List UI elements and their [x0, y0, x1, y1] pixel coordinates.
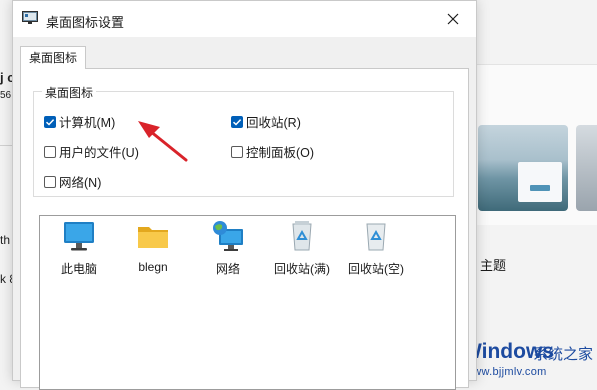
- checkbox-recycle-bin[interactable]: 回收站(R): [231, 112, 301, 131]
- icon-label: 网络: [215, 262, 240, 276]
- recycle-bin-empty-icon: [366, 223, 386, 251]
- icon-item-network[interactable]: 网络: [193, 220, 263, 277]
- icon-label: 此电脑: [60, 262, 97, 276]
- groupbox-label: 桌面图标: [42, 84, 97, 101]
- background-text-fragment: j c: [0, 70, 12, 85]
- checkbox-label: 用户的文件(U): [59, 146, 139, 160]
- theme-label[interactable]: 主题: [480, 255, 506, 274]
- checkbox-user-files[interactable]: 用户的文件(U): [44, 142, 139, 161]
- icon-item-user-folder[interactable]: blegn: [118, 220, 188, 274]
- background-divider: [0, 145, 12, 146]
- checkbox-computer[interactable]: 计算机(M): [44, 112, 115, 131]
- monitor-icon: [64, 222, 94, 251]
- title-bar[interactable]: 桌面图标设置: [13, 1, 476, 37]
- tab-desktop-icons[interactable]: 桌面图标: [20, 46, 87, 69]
- desktop-icon-settings-dialog: 桌面图标设置 桌面图标 桌面图标 计算机(M) 回收站(R) 用户的文件(U) …: [12, 0, 477, 390]
- checkbox-control-panel[interactable]: 控制面板(O): [231, 142, 314, 161]
- background-text-fragment: k 8: [0, 272, 12, 286]
- dialog-title: 桌面图标设置: [46, 15, 125, 30]
- tab-panel: 桌面图标 计算机(M) 回收站(R) 用户的文件(U) 控制面板(O) 网络(N…: [20, 68, 469, 390]
- checkbox-network[interactable]: 网络(N): [44, 172, 101, 191]
- checkbox-checked-icon[interactable]: [44, 115, 56, 128]
- icon-item-recycle-bin-full[interactable]: 回收站(满): [267, 220, 337, 277]
- watermark-url: www.bjjmlv.com: [465, 366, 547, 378]
- icon-item-this-pc[interactable]: 此电脑: [44, 220, 114, 277]
- recycle-bin-full-icon: [292, 221, 312, 251]
- checkbox-label: 回收站(R): [246, 116, 301, 130]
- checkbox-label: 控制面板(O): [246, 146, 315, 160]
- checkbox-label: 网络(N): [59, 176, 102, 190]
- checkbox-checked-icon[interactable]: [231, 115, 243, 128]
- folder-icon: [138, 227, 168, 248]
- theme-thumbnail[interactable]: [478, 125, 568, 211]
- checkbox-unchecked-icon[interactable]: [231, 145, 243, 158]
- icon-label: 回收站(空): [348, 262, 404, 276]
- close-icon: [447, 13, 459, 25]
- checkbox-label: 计算机(M): [59, 116, 116, 130]
- network-icon: [213, 221, 243, 251]
- theme-thumbnail[interactable]: [576, 125, 597, 211]
- checkbox-unchecked-icon[interactable]: [44, 175, 56, 188]
- watermark-chinese: 系统之家: [533, 346, 594, 363]
- icon-label: blegn: [138, 260, 168, 274]
- desktop-icons-groupbox: 桌面图标 计算机(M) 回收站(R) 用户的文件(U) 控制面板(O) 网络(N…: [33, 84, 454, 197]
- desktop-settings-icon: [22, 11, 38, 24]
- background-text-fragment: th: [0, 233, 11, 247]
- icon-item-recycle-bin-empty[interactable]: 回收站(空): [341, 220, 411, 277]
- close-button[interactable]: [430, 1, 476, 37]
- icon-list[interactable]: 此电脑 blegn 网络 回收站(满) 回收站(空): [39, 215, 456, 390]
- background-text-fragment: 56: [0, 90, 12, 101]
- checkbox-unchecked-icon[interactable]: [44, 145, 56, 158]
- thumbnail-window-preview: [518, 162, 562, 202]
- icon-label: 回收站(满): [274, 262, 330, 276]
